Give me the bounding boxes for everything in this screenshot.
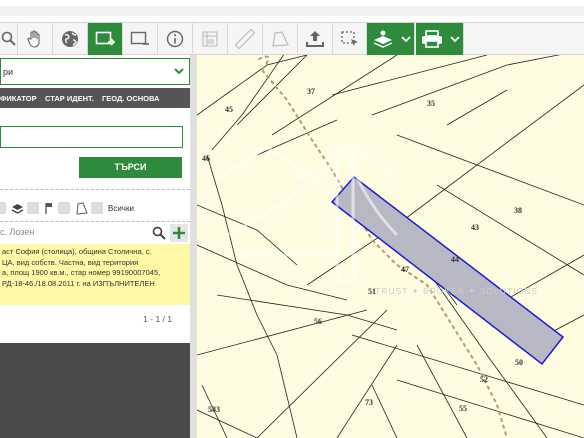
region-dropdown[interactable]: ри <box>0 58 190 85</box>
parcel-label: 55 <box>459 404 467 413</box>
globe-icon <box>62 31 78 47</box>
watermark-text: TRUST ✦ BROKER ✦ SOLUTIONS <box>375 286 538 296</box>
layers-icon[interactable] <box>11 202 24 215</box>
layer-toggle[interactable] <box>27 202 39 214</box>
tab-geodetic-base[interactable]: ГЕОД. ОСНОВА <box>102 94 159 103</box>
parcel-label: 45 <box>225 105 233 114</box>
plus-icon <box>173 227 185 239</box>
zoom-button[interactable] <box>0 23 18 55</box>
parcel-label: 44 <box>451 255 459 264</box>
tab-old-identifier[interactable]: СТАР ИДЕНТ. <box>45 94 94 103</box>
polygon-button[interactable] <box>263 23 298 55</box>
measure-grid-button[interactable] <box>193 23 228 55</box>
result-line: а, площ 1900 кв.м., стар номер 991900070… <box>2 268 161 278</box>
parcel-label: 56 <box>314 317 322 326</box>
tab-identifier[interactable]: ФИКАТОР <box>0 94 37 103</box>
info-icon <box>166 30 184 48</box>
divider <box>0 221 190 222</box>
search-tabs: ФИКАТОР СТАР ИДЕНТ. ГЕОД. ОСНОВА <box>0 88 197 108</box>
globe-button[interactable] <box>53 23 88 55</box>
chevron-down-icon <box>174 68 184 75</box>
cadastral-map[interactable]: 37 35 45 46 38 43 44 47 51 56 50 52 583 … <box>197 55 584 438</box>
select-rect-icon <box>130 31 149 45</box>
ruler-icon <box>235 29 255 49</box>
print-icon <box>421 30 460 48</box>
parcel-label: 46 <box>202 154 210 163</box>
ruler-button[interactable] <box>228 23 263 55</box>
flag-icon[interactable] <box>44 202 54 215</box>
select-area-button[interactable] <box>88 23 123 55</box>
layer-toggle[interactable] <box>0 202 6 214</box>
parcel-label: 50 <box>515 358 523 367</box>
dropdown-value: ри <box>3 67 14 77</box>
parcel-label: 38 <box>514 206 522 215</box>
print-button[interactable] <box>416 23 464 55</box>
search-icon <box>152 226 166 240</box>
pan-button[interactable] <box>18 23 53 55</box>
parcel-label: 37 <box>307 87 315 96</box>
parcel-label: 73 <box>365 398 373 407</box>
upload-icon <box>306 31 324 47</box>
layer-toggle[interactable] <box>58 202 70 214</box>
select-dashed-button[interactable] <box>333 23 367 55</box>
parcel-label: 52 <box>480 375 488 384</box>
sidebar-footer <box>0 343 197 438</box>
select-rect-button[interactable] <box>123 23 158 55</box>
hand-icon <box>27 30 40 48</box>
browser-top-strip <box>0 0 584 22</box>
sidebar-panel: ри ФИКАТОР СТАР ИДЕНТ. ГЕОД. ОСНОВА ТЪРС… <box>0 55 197 438</box>
select-area-icon <box>95 31 115 46</box>
zoom-icon <box>1 31 16 46</box>
result-line: ЦА, вид собств. Частна, вид територия <box>2 257 139 267</box>
measure-grid-icon <box>202 31 218 47</box>
results-filter-label: с. Лозен <box>0 227 35 237</box>
layers-download-button[interactable] <box>367 23 415 55</box>
parcel-lines <box>197 55 584 438</box>
info-button[interactable] <box>158 23 193 55</box>
polygon-icon[interactable] <box>75 202 88 215</box>
parcel-label: 583 <box>208 405 220 414</box>
search-input[interactable] <box>0 126 183 148</box>
results-search-button[interactable] <box>150 224 168 242</box>
layer-filter-bar: Всички <box>0 200 197 218</box>
parcel-label: 47 <box>401 265 409 274</box>
results-header: с. Лозен <box>0 223 190 243</box>
divider <box>0 189 190 190</box>
search-button[interactable]: ТЪРСИ <box>79 157 182 178</box>
result-line: аст София (столица), община Столична, с. <box>2 247 152 256</box>
panel-splitter[interactable] <box>190 55 197 438</box>
parcel-label: 43 <box>471 223 479 232</box>
pagination: 1 - 1 / 1 <box>143 314 172 324</box>
add-result-button[interactable] <box>170 224 188 242</box>
layers-all-label: Всички <box>108 204 134 213</box>
select-dashed-icon <box>340 31 358 46</box>
layers-download-icon <box>373 30 411 48</box>
map-toolbar <box>0 22 584 55</box>
polygon-icon <box>272 31 289 47</box>
result-card[interactable]: аст София (столица), община Столична, с.… <box>0 244 190 305</box>
parcel-label: 35 <box>427 99 435 108</box>
upload-button[interactable] <box>298 23 333 55</box>
result-line: РД-18-46./18.08.2011 г. на ИЗПЪЛНИТЕЛЕН <box>2 278 155 288</box>
layer-toggle[interactable] <box>91 202 103 214</box>
